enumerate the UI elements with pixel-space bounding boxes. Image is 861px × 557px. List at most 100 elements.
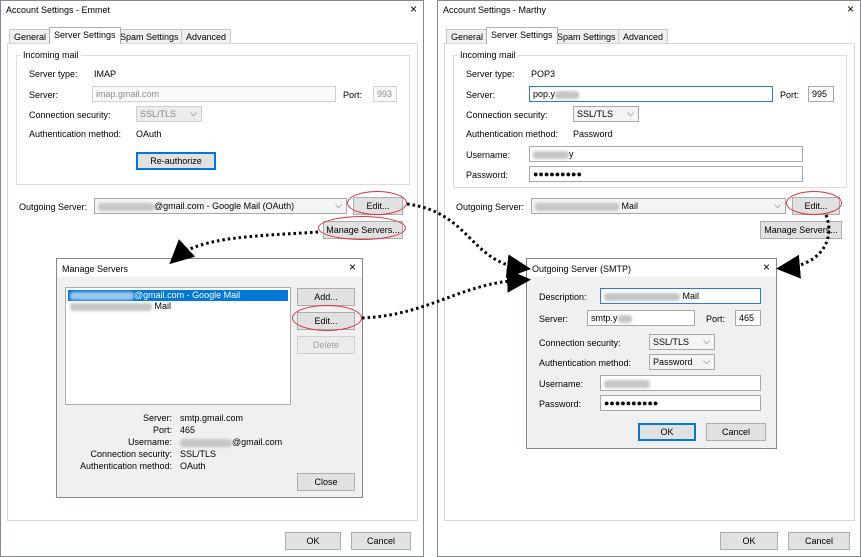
info-username-value: @gmail.com: [180, 437, 282, 447]
manage-servers-button[interactable]: Manage Servers...: [760, 221, 842, 239]
outgoing-server-select[interactable]: @gmail.com - Google Mail (OAuth) ⌵: [94, 198, 347, 214]
title-bar: Account Settings - Marthy ×: [438, 1, 860, 19]
description-input[interactable]: Mail: [600, 288, 761, 304]
info-port-label: Port:: [152, 425, 172, 435]
chevron-down-icon: ⌵: [335, 200, 342, 210]
password-label: Password:: [539, 399, 582, 409]
ok-button[interactable]: OK: [638, 423, 696, 441]
incoming-mail-group-label: Incoming mail: [458, 50, 518, 60]
port-label: Port:: [343, 90, 363, 100]
port-input[interactable]: 465: [735, 310, 761, 326]
port-input[interactable]: 995: [808, 86, 834, 102]
cancel-button[interactable]: Cancel: [351, 532, 411, 550]
password-label: Password:: [466, 170, 509, 180]
server-type-value: POP3: [531, 69, 556, 79]
dialog-title: Manage Servers: [62, 264, 129, 274]
list-item[interactable]: Mail: [68, 301, 288, 312]
redacted-text: [604, 292, 680, 301]
connection-security-select[interactable]: SSL/TLS ⌵: [573, 106, 639, 122]
add-server-button[interactable]: Add...: [297, 288, 355, 306]
incoming-mail-group-label: Incoming mail: [21, 50, 81, 60]
list-item[interactable]: @gmail.com - Google Mail: [68, 290, 288, 301]
tab-advanced[interactable]: Advanced: [618, 29, 669, 43]
username-label: Username:: [466, 150, 511, 160]
redacted-text: [180, 438, 232, 447]
tab-spam-settings[interactable]: Spam Settings: [552, 29, 621, 43]
tab-server-settings[interactable]: Server Settings: [486, 27, 558, 44]
close-icon[interactable]: ×: [763, 261, 770, 273]
server-label: Server:: [29, 90, 59, 100]
edit-outgoing-button[interactable]: Edit...: [353, 197, 403, 215]
outgoing-server-smtp-dialog: Outgoing Server (SMTP) × Description: Ma…: [526, 258, 777, 449]
title-bar: Account Settings - Emmet ×: [1, 1, 423, 19]
title-bar: Manage Servers ×: [57, 259, 362, 277]
connection-security-label: Connection security:: [29, 110, 111, 120]
connection-security-label: Connection security:: [466, 110, 548, 120]
close-icon[interactable]: ×: [410, 3, 417, 15]
info-server-label: Server:: [142, 413, 172, 423]
tab-general[interactable]: General: [9, 29, 52, 43]
tab-advanced[interactable]: Advanced: [181, 29, 232, 43]
tab-general[interactable]: General: [446, 29, 489, 43]
manage-servers-button[interactable]: Manage Servers...: [323, 221, 403, 239]
redacted-text: [604, 379, 650, 388]
close-icon[interactable]: ×: [349, 261, 356, 273]
title-bar: Outgoing Server (SMTP) ×: [527, 259, 776, 277]
tab-server-settings[interactable]: Server Settings: [49, 27, 121, 44]
outgoing-server-label: Outgoing Server:: [19, 202, 88, 212]
username-input[interactable]: y: [529, 146, 803, 162]
edit-outgoing-button[interactable]: Edit...: [792, 197, 840, 215]
server-label: Server:: [466, 90, 496, 100]
server-label: Server:: [539, 314, 569, 324]
connection-security-select[interactable]: SSL/TLS ⌵: [649, 334, 715, 350]
ok-button[interactable]: OK: [720, 532, 778, 550]
info-username-label: Username:: [127, 437, 172, 447]
delete-server-button[interactable]: Delete: [297, 336, 355, 354]
auth-method-label: Authentication method:: [539, 358, 632, 368]
tab-spam-settings[interactable]: Spam Settings: [115, 29, 184, 43]
redacted-text: [98, 202, 154, 211]
edit-server-button[interactable]: Edit...: [297, 312, 355, 330]
auth-method-label: Authentication method:: [29, 129, 122, 139]
server-list[interactable]: @gmail.com - Google Mail Mail: [65, 287, 291, 405]
server-type-label: Server type:: [466, 69, 515, 79]
window-title: Account Settings - Emmet: [6, 5, 111, 15]
outgoing-server-select[interactable]: Mail ⌵: [531, 198, 786, 214]
auth-method-select[interactable]: Password ⌵: [649, 354, 715, 370]
username-input[interactable]: [600, 375, 761, 391]
password-input[interactable]: ●●●●●●●●●: [529, 166, 803, 182]
connection-security-select[interactable]: SSL/TLS ⌵: [136, 106, 202, 122]
reauthorize-button[interactable]: Re-authorize: [136, 152, 216, 170]
close-icon[interactable]: ×: [847, 3, 854, 15]
info-auth-method-value: OAuth: [180, 461, 206, 471]
port-label: Port:: [706, 314, 726, 324]
dialog-title: Outgoing Server (SMTP): [532, 264, 632, 274]
description-label: Description:: [539, 292, 587, 302]
manage-servers-dialog: Manage Servers × @gmail.com - Google Mai…: [56, 258, 363, 498]
server-input[interactable]: imap.gmail.com: [92, 86, 336, 102]
ok-button[interactable]: OK: [285, 532, 341, 550]
auth-method-value: Password: [573, 129, 613, 139]
password-input[interactable]: ●●●●●●●●●●: [600, 395, 761, 411]
chevron-down-icon: ⌵: [190, 108, 197, 118]
username-label: Username:: [539, 379, 584, 389]
connection-security-label: Connection security:: [539, 338, 621, 348]
chevron-down-icon: ⌵: [774, 200, 781, 210]
info-auth-method-label: Authentication method:: [79, 461, 172, 471]
redacted-text: [617, 314, 632, 323]
auth-method-value: OAuth: [136, 129, 162, 139]
server-input[interactable]: pop.y: [529, 86, 773, 102]
port-input[interactable]: 993: [373, 86, 397, 102]
window-title: Account Settings - Marthy: [443, 5, 547, 15]
cancel-button[interactable]: Cancel: [788, 532, 850, 550]
redacted-text: [535, 202, 619, 211]
chevron-down-icon: ⌵: [703, 336, 710, 346]
close-button[interactable]: Close: [297, 473, 355, 491]
info-port-value: 465: [180, 425, 196, 435]
info-server-value: smtp.gmail.com: [180, 413, 244, 423]
port-label: Port:: [780, 90, 800, 100]
cancel-button[interactable]: Cancel: [706, 423, 766, 441]
chevron-down-icon: ⌵: [703, 356, 710, 366]
server-type-label: Server type:: [29, 69, 78, 79]
server-input[interactable]: smtp.y: [587, 310, 695, 326]
